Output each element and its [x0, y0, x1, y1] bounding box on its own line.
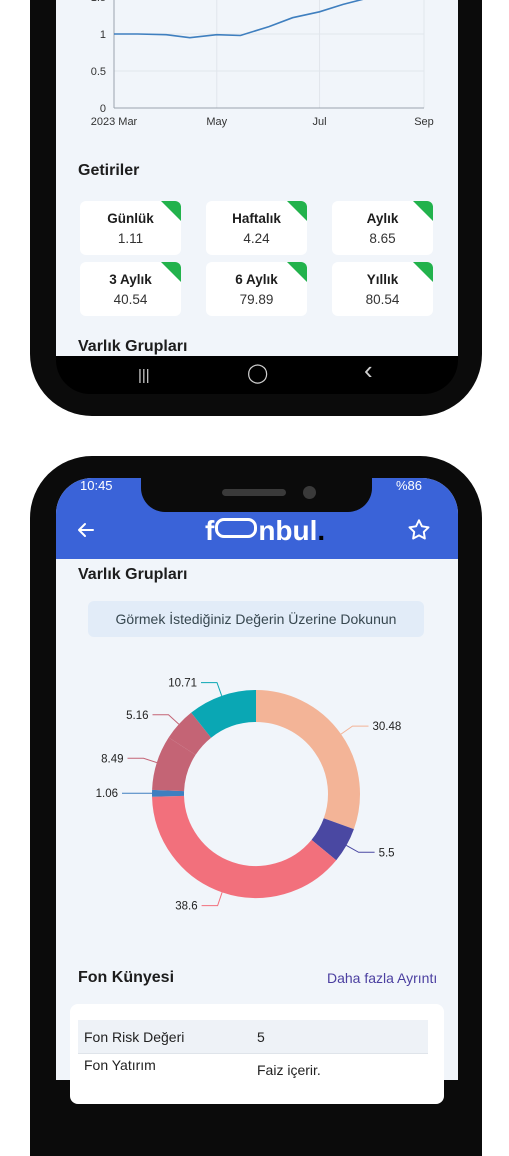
- fund-info-title: Fon Künyesi: [78, 969, 174, 987]
- slice-leader-line: [341, 726, 369, 734]
- android-nav-bar: ||| ◯ ‹: [56, 356, 458, 394]
- up-trend-icon: [413, 262, 433, 282]
- fund-info-card: [70, 1004, 444, 1104]
- y-tick-label: 0.5: [91, 66, 106, 78]
- x-tick-label: Sep: [414, 116, 434, 128]
- tap-hint-banner: Görmek İstediğiniz Değerin Üzerine Dokun…: [88, 601, 424, 637]
- slice-value-label: 5.16: [126, 710, 148, 722]
- asset-groups-donut-chart: 30.48 5.5 38.6 1.06 8.49 5.16 10.71: [0, 650, 509, 940]
- info-key: Fon Yatırım: [84, 1057, 156, 1073]
- recent-apps-button[interactable]: |||: [138, 366, 150, 386]
- donut-slice: [324, 824, 339, 850]
- performance-line-chart: 0 0.5 1 1.5 2023 Mar May Jul Sep: [0, 0, 509, 140]
- donut-slice: [182, 725, 201, 746]
- returns-title: Getiriler: [78, 162, 139, 180]
- return-card-daily[interactable]: Günlük 1.11: [80, 201, 181, 255]
- front-camera: [303, 486, 316, 499]
- return-card-monthly[interactable]: Aylık 8.65: [332, 201, 433, 255]
- up-trend-icon: [287, 201, 307, 221]
- slice-leader-line: [346, 845, 374, 852]
- return-card-yearly[interactable]: Yıllık 80.54: [332, 262, 433, 316]
- logo-o-shape: [215, 518, 257, 538]
- y-tick-label: 1: [100, 29, 106, 41]
- slice-value-label: 38.6: [175, 901, 197, 913]
- info-value: Faiz içerir.: [257, 1062, 321, 1078]
- slice-value-label: 30.48: [373, 721, 402, 733]
- star-icon[interactable]: [406, 517, 432, 543]
- x-tick-label: May: [206, 116, 227, 128]
- return-value: 1.11: [80, 231, 181, 246]
- speaker-grille: [222, 489, 286, 496]
- home-button[interactable]: ◯: [247, 364, 268, 384]
- arrow-left-icon[interactable]: [74, 518, 98, 542]
- slice-leader-line: [201, 683, 222, 696]
- logo-dot: .: [317, 515, 325, 546]
- logo-text-nbul: nbul: [258, 515, 317, 546]
- up-trend-icon: [413, 201, 433, 221]
- donut-slice: [168, 746, 182, 790]
- return-value: 79.89: [206, 292, 307, 307]
- return-value: 4.24: [206, 231, 307, 246]
- y-tick-label: 1.5: [91, 0, 106, 4]
- asset-groups-title-cut: Varlık Grupları: [78, 338, 187, 356]
- up-trend-icon: [287, 262, 307, 282]
- status-time: 10:45: [80, 478, 113, 493]
- slice-value-label: 8.49: [101, 753, 123, 765]
- return-card-3-month[interactable]: 3 Aylık 40.54: [80, 262, 181, 316]
- info-value: 5: [257, 1029, 265, 1045]
- back-button[interactable]: ‹: [364, 360, 373, 380]
- series-line: [114, 0, 372, 38]
- x-tick-label: Jul: [313, 116, 327, 128]
- row-divider: [78, 1053, 428, 1054]
- up-trend-icon: [161, 201, 181, 221]
- return-value: 80.54: [332, 292, 433, 307]
- slice-value-label: 10.71: [168, 678, 197, 690]
- return-card-6-month[interactable]: 6 Aylık 79.89: [206, 262, 307, 316]
- info-key: Fon Risk Değeri: [84, 1029, 184, 1045]
- logo-text-f: f: [205, 515, 214, 546]
- return-value: 8.65: [332, 231, 433, 246]
- donut-slice: [256, 706, 344, 824]
- return-card-weekly[interactable]: Haftalık 4.24: [206, 201, 307, 255]
- slice-leader-line: [202, 892, 223, 905]
- battery-level: %86: [396, 478, 422, 493]
- slice-value-label: 5.5: [379, 847, 395, 859]
- fonbul-logo: f nbul.: [205, 515, 325, 547]
- status-bar: 10:45: [80, 478, 113, 493]
- return-value: 40.54: [80, 292, 181, 307]
- x-tick-label: 2023 Mar: [91, 116, 138, 128]
- asset-groups-title: Varlık Grupları: [78, 566, 187, 584]
- up-trend-icon: [161, 262, 181, 282]
- y-tick-label: 0: [100, 103, 106, 115]
- more-details-link[interactable]: Daha fazla Ayrıntı: [327, 970, 437, 986]
- slice-leader-line: [153, 715, 179, 724]
- slice-leader-line: [128, 758, 157, 762]
- slice-value-label: 1.06: [96, 788, 118, 800]
- status-bar-right: %86: [396, 478, 422, 493]
- donut-slice: [201, 706, 256, 725]
- donut-slice: [168, 796, 324, 882]
